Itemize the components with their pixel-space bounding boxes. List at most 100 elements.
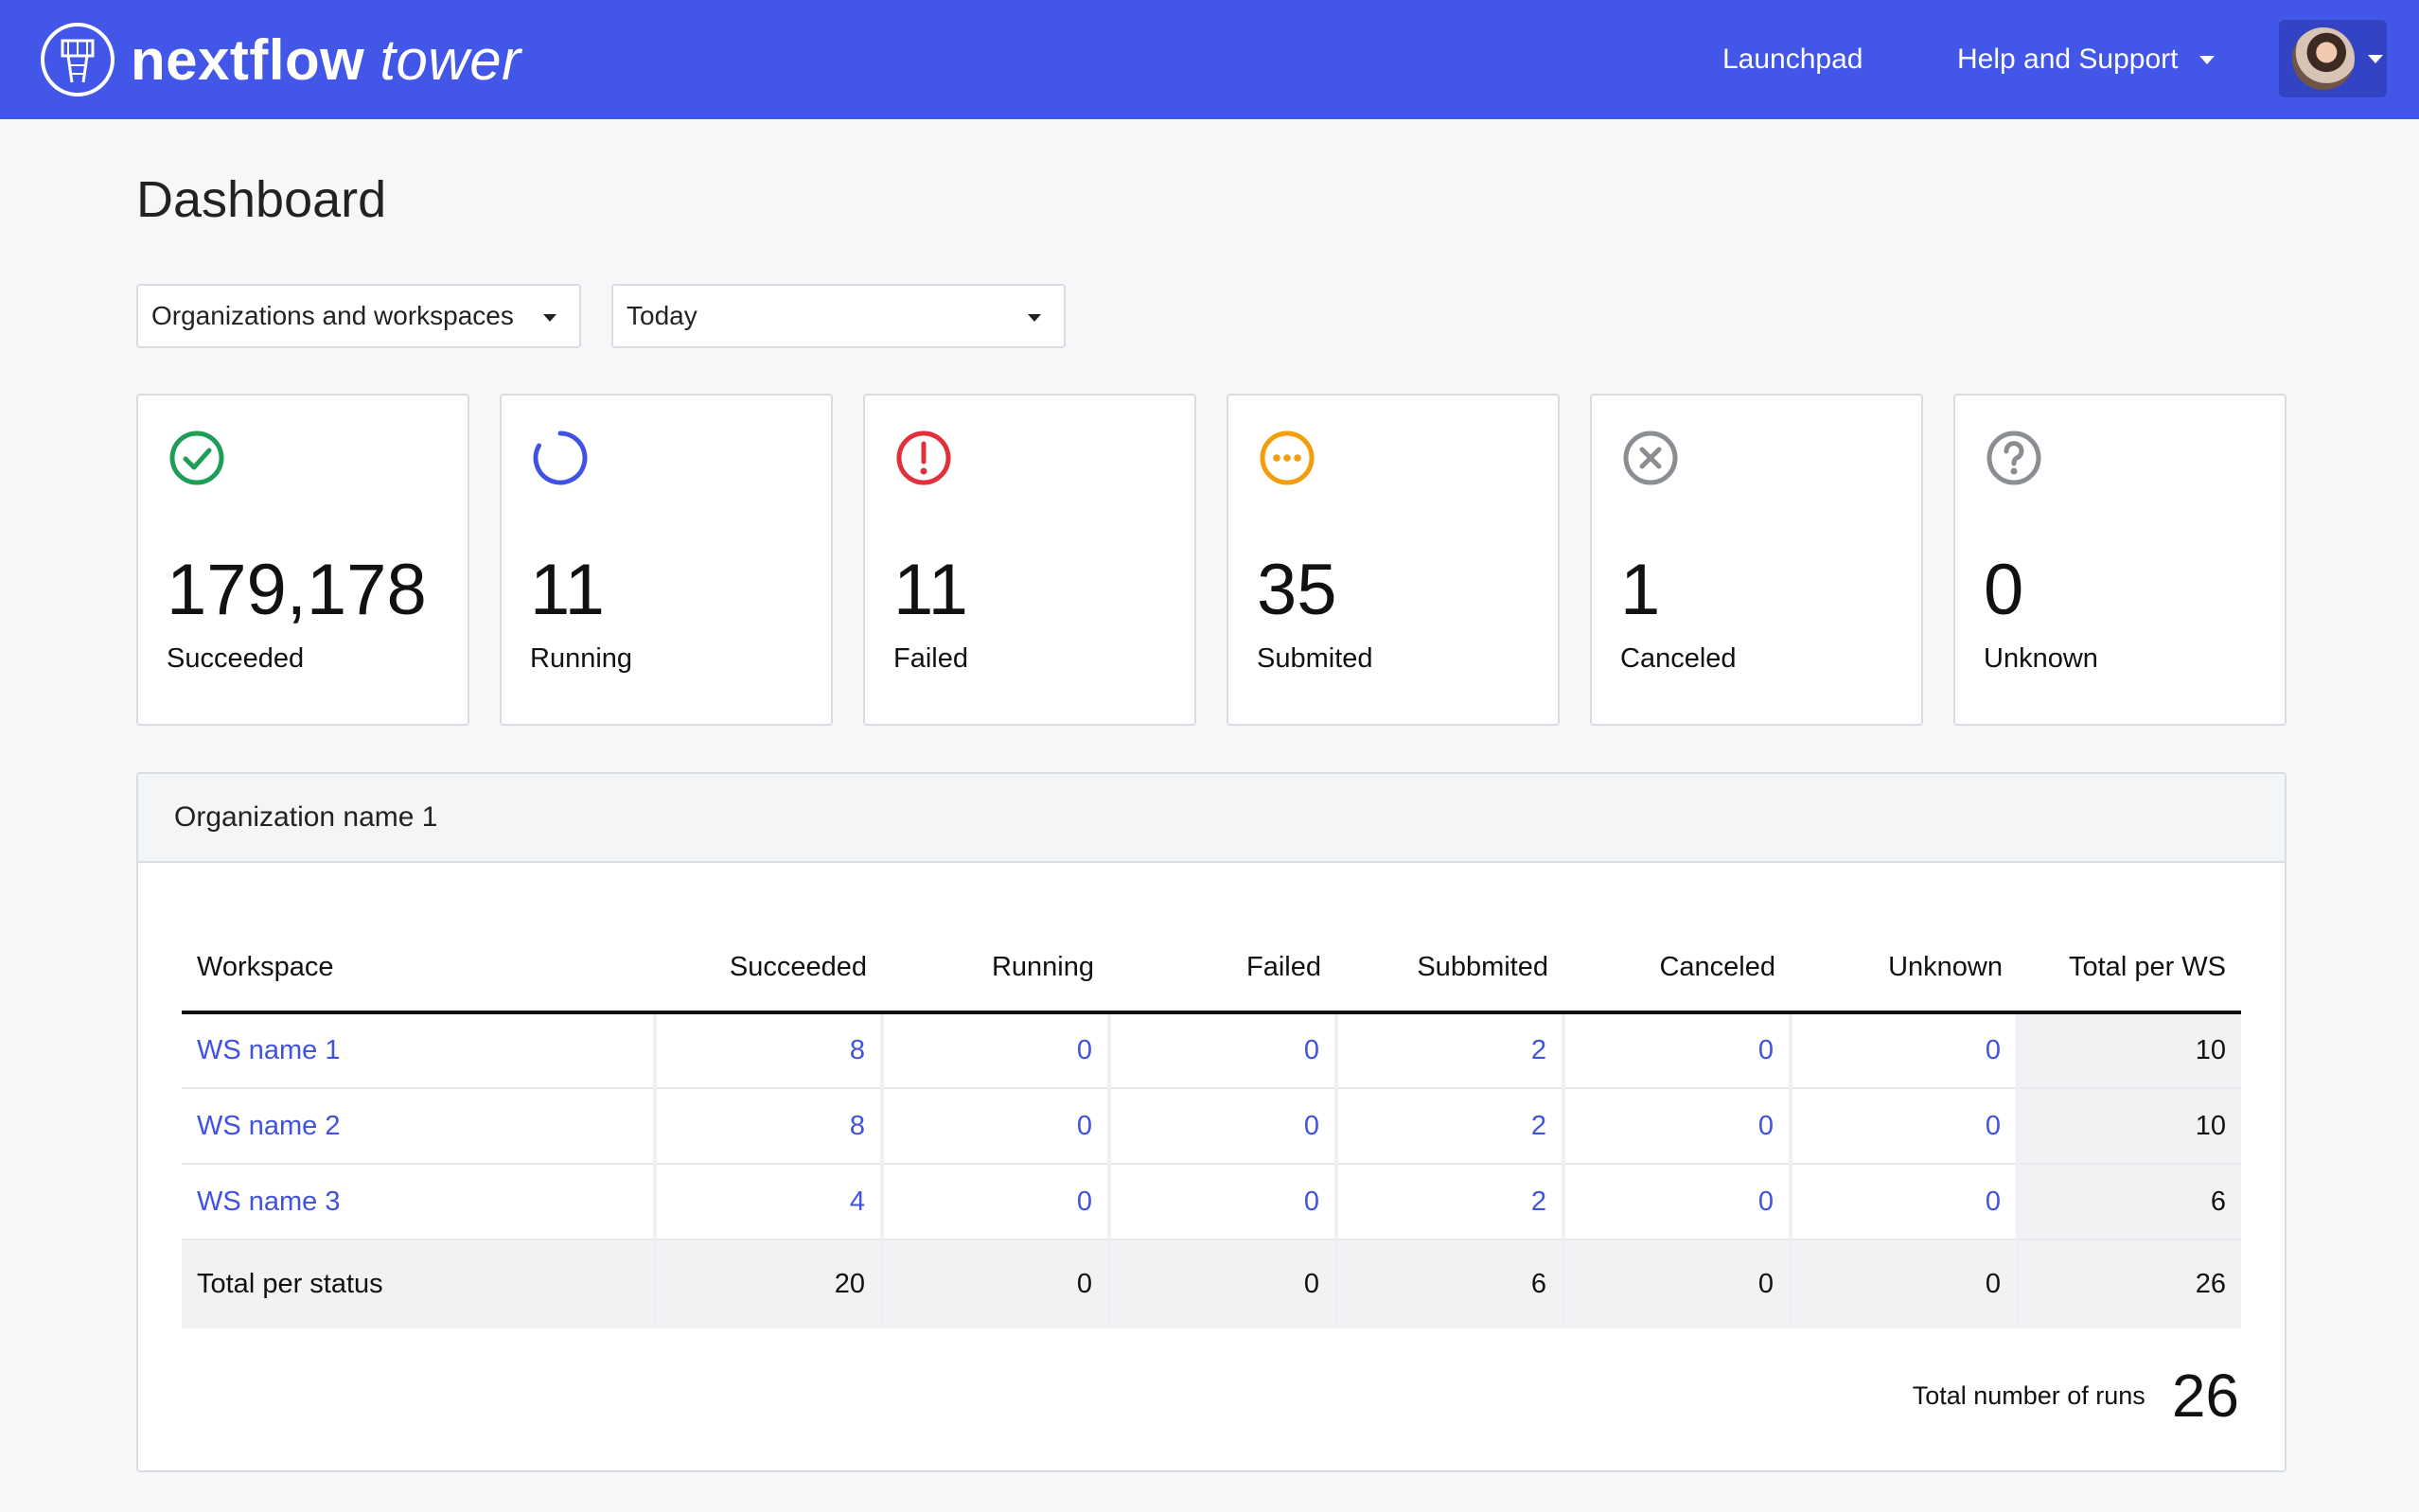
count-link[interactable]: 0 [1986,1035,2001,1065]
column-header-failed: Failed [1109,923,1336,1014]
top-navbar: nextflow tower Launchpad Help and Support [0,0,2419,119]
workspace-link[interactable]: WS name 2 [197,1111,341,1141]
chevron-down-icon [2368,54,2383,63]
scope-select-value: Organizations and workspaces [151,301,514,330]
count-cell: 0 [1562,1012,1791,1089]
stat-label: Unknown [1984,643,2098,674]
chevron-down-icon [1028,314,1041,322]
check-circle-icon [169,431,224,485]
count-cell: 2 [1334,1088,1563,1165]
brand-name-bold: nextflow [131,27,365,92]
count-link[interactable]: 8 [850,1035,865,1065]
count-cell: 2 [1334,1164,1563,1240]
help-and-support-menu[interactable]: Help and Support [1957,38,2215,81]
stat-value: 11 [530,550,605,630]
stat-label: Canceled [1620,643,1737,674]
stat-label: Failed [893,643,968,674]
scope-select[interactable]: Organizations and workspaces [136,284,581,348]
count-cell: 0 [880,1164,1109,1240]
total-runs-value: 26 [2171,1362,2239,1430]
count-link[interactable]: 0 [1986,1111,2001,1141]
workspace-cell: WS name 2 [182,1088,655,1165]
spinner-icon [533,431,588,485]
stat-value: 1 [1620,550,1661,630]
count-cell: 8 [653,1012,882,1089]
status-total: 6 [1334,1239,1563,1328]
count-cell: 0 [880,1088,1109,1165]
organization-name: Organization name 1 [138,774,2285,863]
count-link[interactable]: 8 [850,1111,865,1141]
count-link[interactable]: 0 [1304,1111,1319,1141]
stat-value: 11 [893,550,968,630]
status-total: 0 [1789,1239,2018,1328]
count-link[interactable]: 0 [1758,1035,1774,1065]
workspace-runs-table: Workspace Succeeded Running Failed Subbm… [182,923,2241,1328]
column-header-canceled: Canceled [1563,923,1791,1014]
stat-value: 35 [1257,550,1337,630]
column-header-workspace: Workspace [182,923,655,1014]
count-link[interactable]: 0 [1077,1035,1092,1065]
count-link[interactable]: 0 [1077,1187,1092,1217]
table-row: WS name 3 4 0 0 2 0 0 6 [182,1164,2241,1240]
count-link[interactable]: 0 [1758,1187,1774,1217]
count-cell: 0 [1107,1164,1336,1240]
stat-label: Submited [1257,643,1373,674]
workspace-total: 10 [2016,1088,2241,1165]
count-link[interactable]: 0 [1758,1111,1774,1141]
count-cell: 0 [1789,1012,2018,1089]
count-cell: 0 [1789,1164,2018,1240]
status-total: 0 [880,1239,1109,1328]
count-cell: 0 [1107,1012,1336,1089]
avatar [2292,27,2355,90]
brand-name-light: tower [380,27,521,92]
brand-name: nextflow tower [131,27,521,93]
column-header-succeeded: Succeeded [655,923,882,1014]
count-cell: 0 [880,1012,1109,1089]
column-header-submitted: Subbmited [1336,923,1563,1014]
table-header-row: Workspace Succeeded Running Failed Subbm… [182,923,2241,1014]
count-link[interactable]: 2 [1531,1035,1546,1065]
question-circle-icon [1986,431,2041,485]
status-total: 20 [653,1239,882,1328]
column-header-unknown: Unknown [1791,923,2018,1014]
period-select[interactable]: Today [611,284,1066,348]
count-link[interactable]: 2 [1531,1111,1546,1141]
stat-label: Succeeded [167,643,305,674]
count-link[interactable]: 2 [1531,1187,1546,1217]
count-cell: 0 [1562,1164,1791,1240]
workspace-total: 10 [2016,1012,2241,1089]
chevron-down-icon [543,314,556,322]
count-cell: 0 [1562,1088,1791,1165]
workspace-total: 6 [2016,1164,2241,1240]
page-title: Dashboard [136,171,387,228]
status-total: 0 [1107,1239,1336,1328]
count-cell: 2 [1334,1012,1563,1089]
count-link[interactable]: 0 [1304,1187,1319,1217]
user-menu-button[interactable] [2279,20,2387,97]
help-and-support-label: Help and Support [1957,44,2179,75]
tower-logo-icon [41,23,115,97]
table-row: WS name 2 8 0 0 2 0 0 10 [182,1088,2241,1165]
stat-card-failed: 11 Failed [863,394,1196,726]
period-select-value: Today [627,301,697,330]
launchpad-link[interactable]: Launchpad [1722,38,1863,81]
count-cell: 0 [1107,1088,1336,1165]
nextflow-tower-logo[interactable]: nextflow tower [40,21,521,98]
count-link[interactable]: 0 [1304,1035,1319,1065]
stat-value: 0 [1984,550,2024,630]
total-runs-summary: Total number of runs 26 [1913,1361,2239,1431]
workspace-cell: WS name 3 [182,1164,655,1240]
count-link[interactable]: 0 [1077,1111,1092,1141]
stat-card-succeeded: 179,178 Succeeded [136,394,469,726]
workspace-link[interactable]: WS name 3 [197,1187,341,1217]
organization-panel: Organization name 1 Workspace Succeeded … [136,772,2287,1472]
count-cell: 4 [653,1164,882,1240]
alert-circle-icon [896,431,951,485]
table-row: WS name 1 8 0 0 2 0 0 10 [182,1012,2241,1089]
workspace-link[interactable]: WS name 1 [197,1035,341,1065]
count-cell: 0 [1789,1088,2018,1165]
stat-label: Running [530,643,633,674]
count-link[interactable]: 4 [850,1187,865,1217]
count-link[interactable]: 0 [1986,1187,2001,1217]
grand-total-cell: 26 [2016,1239,2241,1328]
